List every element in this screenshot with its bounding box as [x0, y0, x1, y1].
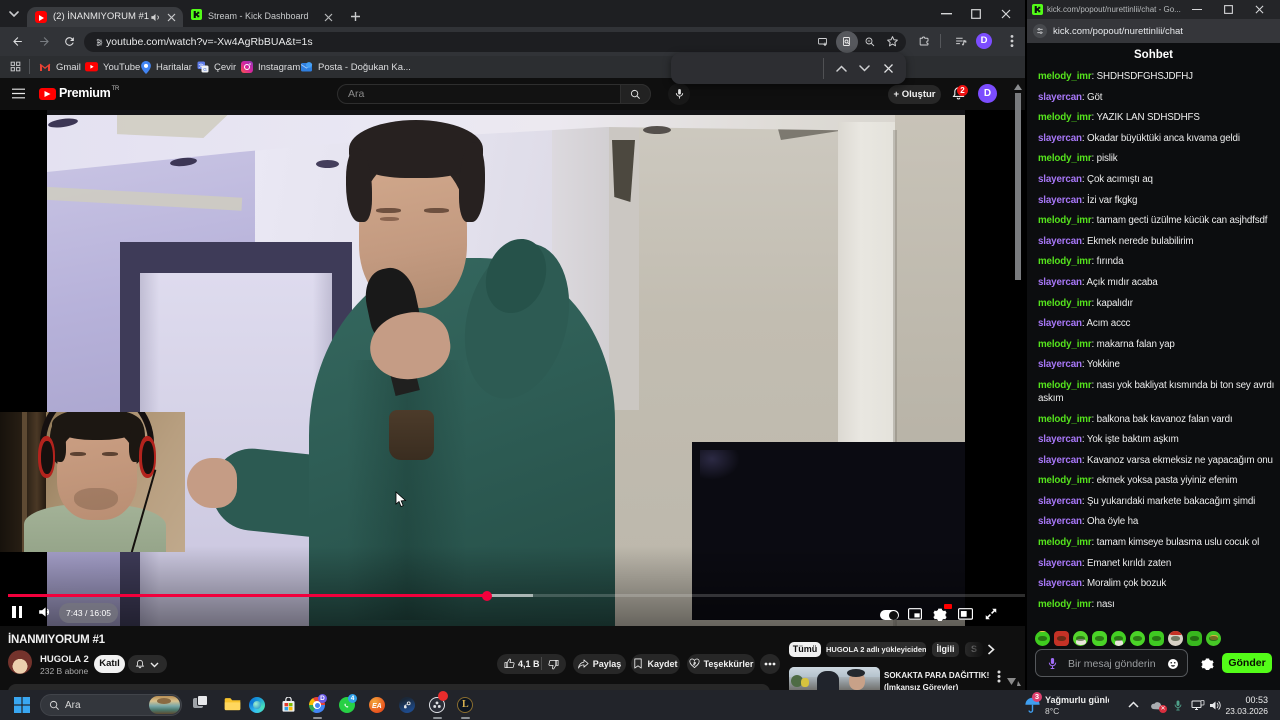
svg-text:G: G: [203, 67, 207, 72]
